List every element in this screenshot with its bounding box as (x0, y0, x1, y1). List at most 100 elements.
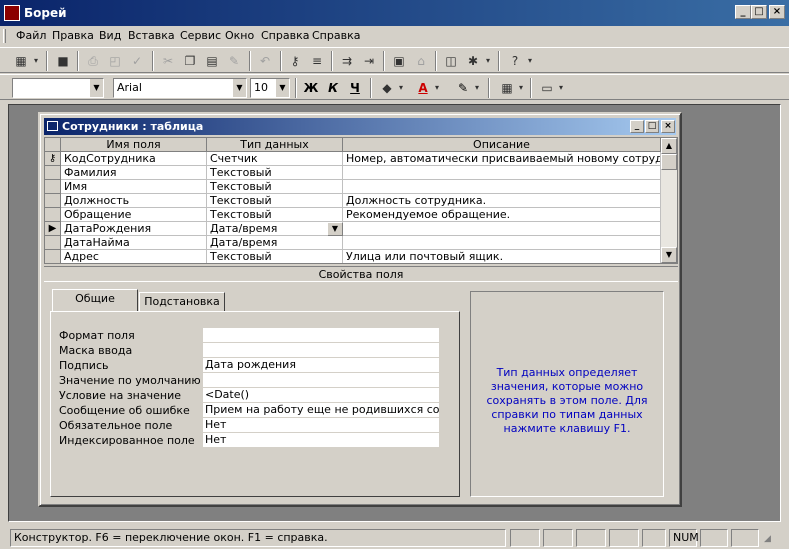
line-color-icon[interactable]: ✎ (452, 78, 474, 98)
properties-icon[interactable]: ▣ (388, 51, 410, 71)
menu-file[interactable]: Файл (16, 29, 46, 42)
description-cell[interactable]: Рекомендуемое обращение. (343, 208, 661, 222)
scroll-down-icon[interactable]: ▼ (661, 247, 677, 263)
primary-key-icon[interactable]: ⚷ (45, 152, 61, 166)
delete-rows-icon[interactable]: ⇥ (358, 51, 380, 71)
description-cell[interactable]: Улица или почтовый ящик. (343, 250, 661, 263)
data-type-cell[interactable]: Дата/время (207, 222, 343, 236)
chevron-down-icon[interactable]: ▼ (275, 79, 289, 97)
data-type-cell[interactable]: Счетчик (207, 152, 343, 166)
property-value-field[interactable]: Нет (203, 433, 439, 447)
font-name-combo[interactable]: Arial ▼ (113, 78, 247, 98)
paste-icon[interactable]: ▤ (201, 51, 223, 71)
underline-button[interactable]: Ч (344, 78, 366, 98)
doc-close-icon[interactable]: × (661, 120, 675, 133)
scroll-up-icon[interactable]: ▲ (661, 138, 677, 154)
description-cell[interactable]: Должность сотрудника. (343, 194, 661, 208)
database-window-icon[interactable]: ◫ (440, 51, 462, 71)
row-selector[interactable] (45, 208, 61, 222)
data-type-cell[interactable]: Текстовый (207, 166, 343, 180)
menu-insert[interactable]: Вставка (128, 29, 175, 42)
property-value-field[interactable] (203, 328, 439, 342)
build-icon[interactable]: ⌂ (410, 51, 432, 71)
property-value-field[interactable]: Прием на работу еще не родившихся сотру (203, 403, 439, 417)
menu-view[interactable]: Вид (99, 29, 121, 42)
chevron-down-icon[interactable]: ▼ (327, 222, 343, 236)
tab-lookup[interactable]: Подстановка (139, 292, 225, 312)
menu-edit[interactable]: Правка (52, 29, 94, 42)
bold-button[interactable]: Ж (300, 78, 322, 98)
description-cell[interactable]: Номер, автоматически присваиваемый новом… (343, 152, 661, 166)
field-name-cell[interactable]: ДатаРождения (61, 222, 207, 236)
fill-color-icon[interactable]: ◆ (376, 78, 398, 98)
view-icon[interactable]: ▦ (10, 51, 32, 71)
row-selector[interactable] (45, 236, 61, 250)
field-name-cell[interactable]: ДатаНайма (61, 236, 207, 250)
copy-icon[interactable]: ❐ (179, 51, 201, 71)
help-dropdown-icon[interactable]: ▾ (524, 51, 536, 71)
grid-scrollbar[interactable]: ▲ ▼ (661, 138, 677, 263)
description-cell[interactable] (343, 180, 661, 194)
field-name-cell[interactable]: Должность (61, 194, 207, 208)
description-cell[interactable] (343, 166, 661, 180)
help-icon[interactable]: ? (504, 51, 526, 71)
current-row-arrow-icon[interactable]: ▶ (45, 222, 61, 236)
primary-key-icon[interactable]: ⚷ (284, 51, 306, 71)
size-grip-icon[interactable]: ◢ (764, 534, 776, 546)
save-icon[interactable]: ■ (52, 51, 74, 71)
field-name-cell[interactable]: Фамилия (61, 166, 207, 180)
line-style-dropdown-icon[interactable]: ▾ (556, 78, 566, 98)
data-type-cell[interactable]: Дата/время (207, 236, 343, 250)
property-value-field[interactable] (203, 373, 439, 387)
indexes-icon[interactable]: ≡ (306, 51, 328, 71)
field-name-cell[interactable]: КодСотрудника (61, 152, 207, 166)
new-object-dropdown-icon[interactable]: ▾ (482, 51, 494, 71)
font-size-combo[interactable]: 10 ▼ (250, 78, 290, 98)
cut-icon[interactable]: ✂ (157, 51, 179, 71)
property-value-field[interactable] (203, 343, 439, 357)
tab-general[interactable]: Общие (52, 289, 138, 312)
data-type-cell[interactable]: Текстовый (207, 208, 343, 222)
object-combo[interactable]: ▼ (12, 78, 104, 98)
menu-tools[interactable]: Сервис (180, 29, 221, 42)
font-color-icon[interactable]: A (412, 78, 434, 98)
borders-dropdown-icon[interactable]: ▾ (516, 78, 526, 98)
format-painter-icon[interactable]: ✎ (223, 51, 245, 71)
description-cell[interactable] (343, 222, 661, 236)
data-type-cell[interactable]: Текстовый (207, 194, 343, 208)
minimize-icon[interactable]: _ (735, 5, 751, 19)
line-color-dropdown-icon[interactable]: ▾ (472, 78, 482, 98)
undo-icon[interactable]: ↶ (254, 51, 276, 71)
field-name-cell[interactable]: Имя (61, 180, 207, 194)
row-selector[interactable] (45, 194, 61, 208)
print-preview-icon[interactable]: ◰ (104, 51, 126, 71)
chevron-down-icon[interactable]: ▼ (89, 79, 103, 97)
borders-icon[interactable]: ▦ (496, 78, 518, 98)
insert-rows-icon[interactable]: ⇉ (336, 51, 358, 71)
line-style-icon[interactable]: ▭ (536, 78, 558, 98)
data-type-cell[interactable]: Текстовый (207, 180, 343, 194)
menu-help-2[interactable]: Справка (312, 29, 360, 42)
row-selector[interactable] (45, 180, 61, 194)
field-name-cell[interactable]: Адрес (61, 250, 207, 263)
close-icon[interactable]: × (769, 5, 785, 19)
chevron-down-icon[interactable]: ▼ (232, 79, 246, 97)
row-selector[interactable] (45, 166, 61, 180)
italic-button[interactable]: К (322, 78, 344, 98)
spelling-icon[interactable]: ✓ (126, 51, 148, 71)
field-name-cell[interactable]: Обращение (61, 208, 207, 222)
fill-color-dropdown-icon[interactable]: ▾ (396, 78, 406, 98)
view-dropdown-icon[interactable]: ▾ (30, 51, 42, 71)
new-object-icon[interactable]: ✱ (462, 51, 484, 71)
menu-help[interactable]: Справка (261, 29, 309, 42)
menu-window[interactable]: Окно (225, 29, 254, 42)
doc-minimize-icon[interactable]: _ (630, 120, 644, 133)
scroll-thumb[interactable] (661, 154, 677, 170)
print-icon[interactable]: ⎙ (82, 51, 104, 71)
row-selector[interactable] (45, 250, 61, 263)
doc-maximize-icon[interactable]: □ (645, 120, 659, 133)
property-value-field[interactable]: <Date() (203, 388, 439, 402)
data-type-cell[interactable]: Текстовый (207, 250, 343, 263)
property-value-field[interactable]: Нет (203, 418, 439, 432)
maximize-icon[interactable]: □ (751, 5, 767, 19)
